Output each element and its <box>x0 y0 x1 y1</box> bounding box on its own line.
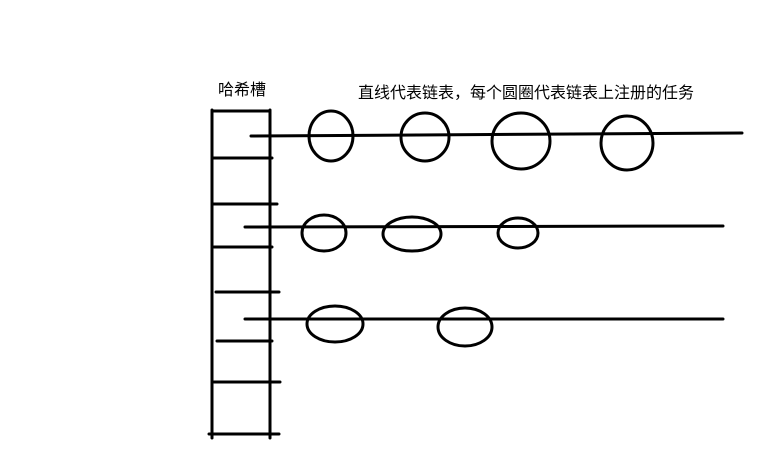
diagram-canvas <box>207 108 744 440</box>
hash-slot-column <box>207 108 282 440</box>
task-node <box>305 304 365 344</box>
task-node <box>599 114 655 172</box>
linked-list-3 <box>243 304 725 348</box>
task-node <box>399 111 451 163</box>
hash-diagram: 哈希槽 直线代表链表，每个圆圈代表链表上注册的任务 <box>0 0 770 460</box>
list-line <box>243 224 725 229</box>
linked-list-2 <box>243 213 725 253</box>
task-node <box>436 306 494 348</box>
task-node <box>381 215 443 253</box>
list-line <box>249 131 744 138</box>
task-node <box>490 111 552 171</box>
task-node <box>496 216 540 250</box>
linked-list-1 <box>249 109 744 172</box>
task-node <box>300 213 348 253</box>
